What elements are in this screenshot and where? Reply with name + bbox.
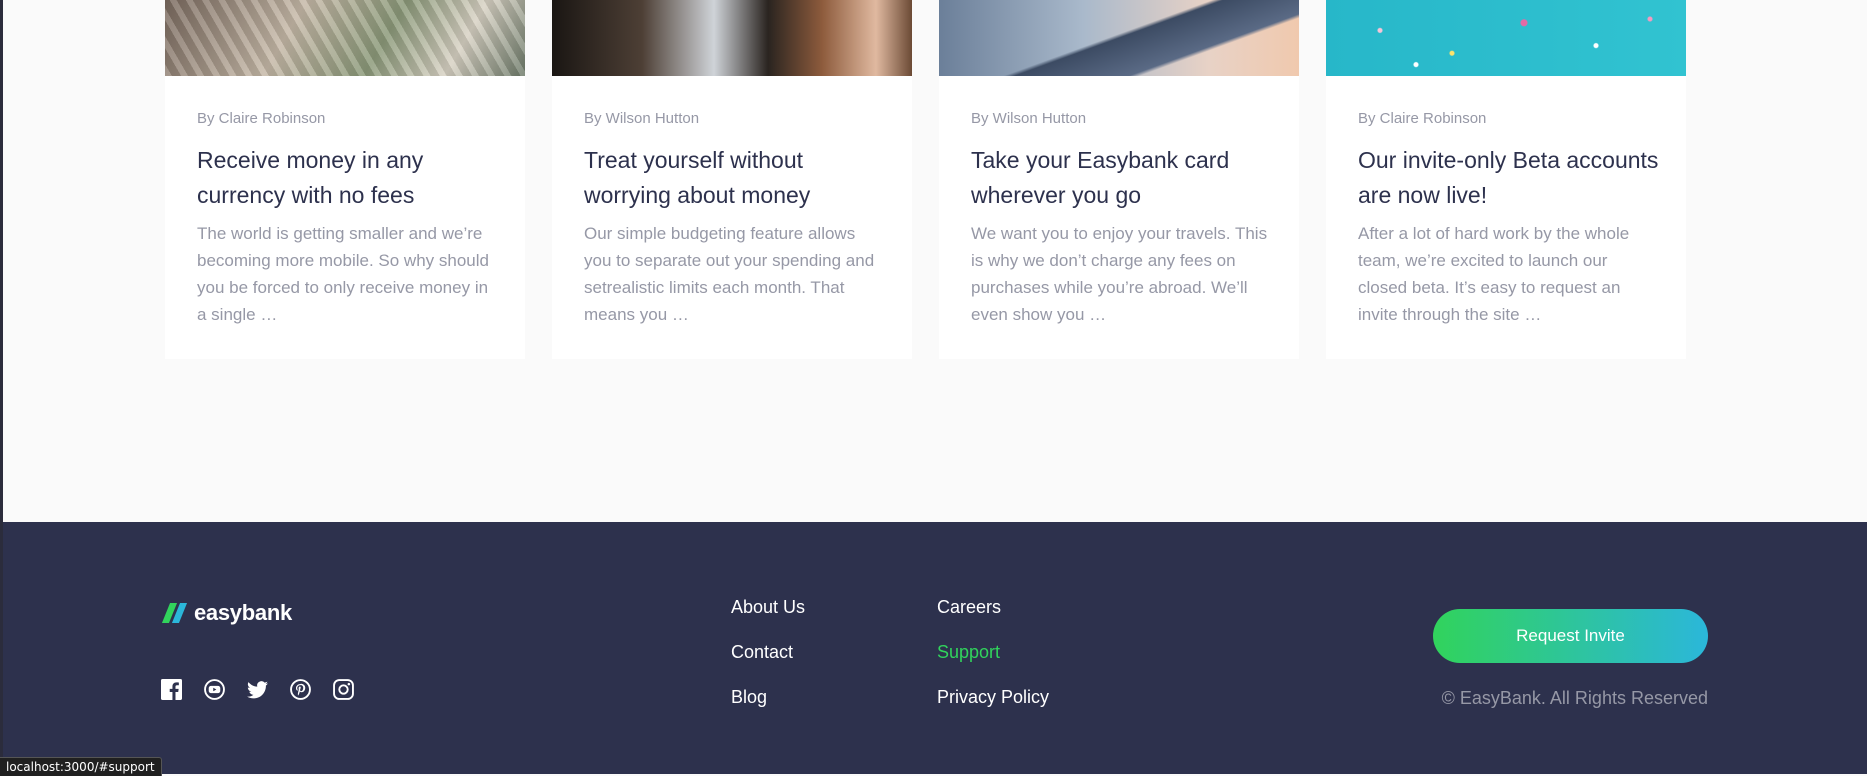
article-excerpt: The world is getting smaller and we’re b… — [197, 224, 489, 324]
article-author: By Wilson Hutton — [971, 110, 1087, 127]
easybank-logo[interactable]: easybank — [161, 600, 292, 626]
copyright-text: © EasyBank. All Rights Reserved — [1441, 688, 1708, 708]
article-author: By Claire Robinson — [1358, 110, 1487, 127]
youtube-icon[interactable] — [204, 679, 225, 700]
site-footer: easybank About Us Contact Blog Careers S… — [3, 522, 1867, 774]
article-title[interactable]: Receive money in any currency with no fe… — [197, 143, 507, 213]
footer-link-about[interactable]: About Us — [731, 597, 805, 618]
article-card[interactable]: By Claire Robinson Receive money in any … — [165, 0, 525, 359]
article-title[interactable]: Take your Easybank card wherever you go — [971, 143, 1281, 213]
latest-articles: By Claire Robinson Receive money in any … — [165, 0, 1686, 359]
article-image-confetti — [1326, 0, 1686, 76]
article-excerpt: Our simple budgeting feature allows you … — [584, 224, 875, 324]
footer-link-privacy[interactable]: Privacy Policy — [937, 687, 1049, 708]
footer-link-blog[interactable]: Blog — [731, 687, 767, 708]
article-excerpt: After a lot of hard work by the whole te… — [1358, 224, 1630, 324]
article-author: By Wilson Hutton — [584, 110, 700, 127]
article-author: By Claire Robinson — [197, 110, 326, 127]
logo-mark-icon — [161, 603, 190, 623]
article-excerpt: We want you to enjoy your travels. This … — [971, 224, 1268, 324]
article-title[interactable]: Treat yourself without worrying about mo… — [584, 143, 894, 213]
footer-link-support[interactable]: Support — [937, 642, 1000, 663]
facebook-icon[interactable] — [161, 679, 182, 700]
footer-link-careers[interactable]: Careers — [937, 597, 1001, 618]
twitter-icon[interactable] — [247, 679, 268, 700]
article-image-currency — [165, 0, 525, 76]
article-card[interactable]: By Wilson Hutton Treat yourself without … — [552, 0, 912, 359]
social-links — [161, 679, 354, 700]
logo-text: easybank — [194, 600, 292, 625]
request-invite-button[interactable]: Request Invite — [1433, 609, 1708, 663]
article-card[interactable]: By Claire Robinson Our invite-only Beta … — [1326, 0, 1686, 359]
article-image-plane — [939, 0, 1299, 76]
browser-status-url: localhost:3000/#support — [0, 757, 162, 776]
article-image-restaurant — [552, 0, 912, 76]
article-title[interactable]: Our invite-only Beta accounts are now li… — [1358, 143, 1668, 213]
pinterest-icon[interactable] — [290, 679, 311, 700]
article-card[interactable]: By Wilson Hutton Take your Easybank card… — [939, 0, 1299, 359]
instagram-icon[interactable] — [333, 679, 354, 700]
footer-link-contact[interactable]: Contact — [731, 642, 793, 663]
